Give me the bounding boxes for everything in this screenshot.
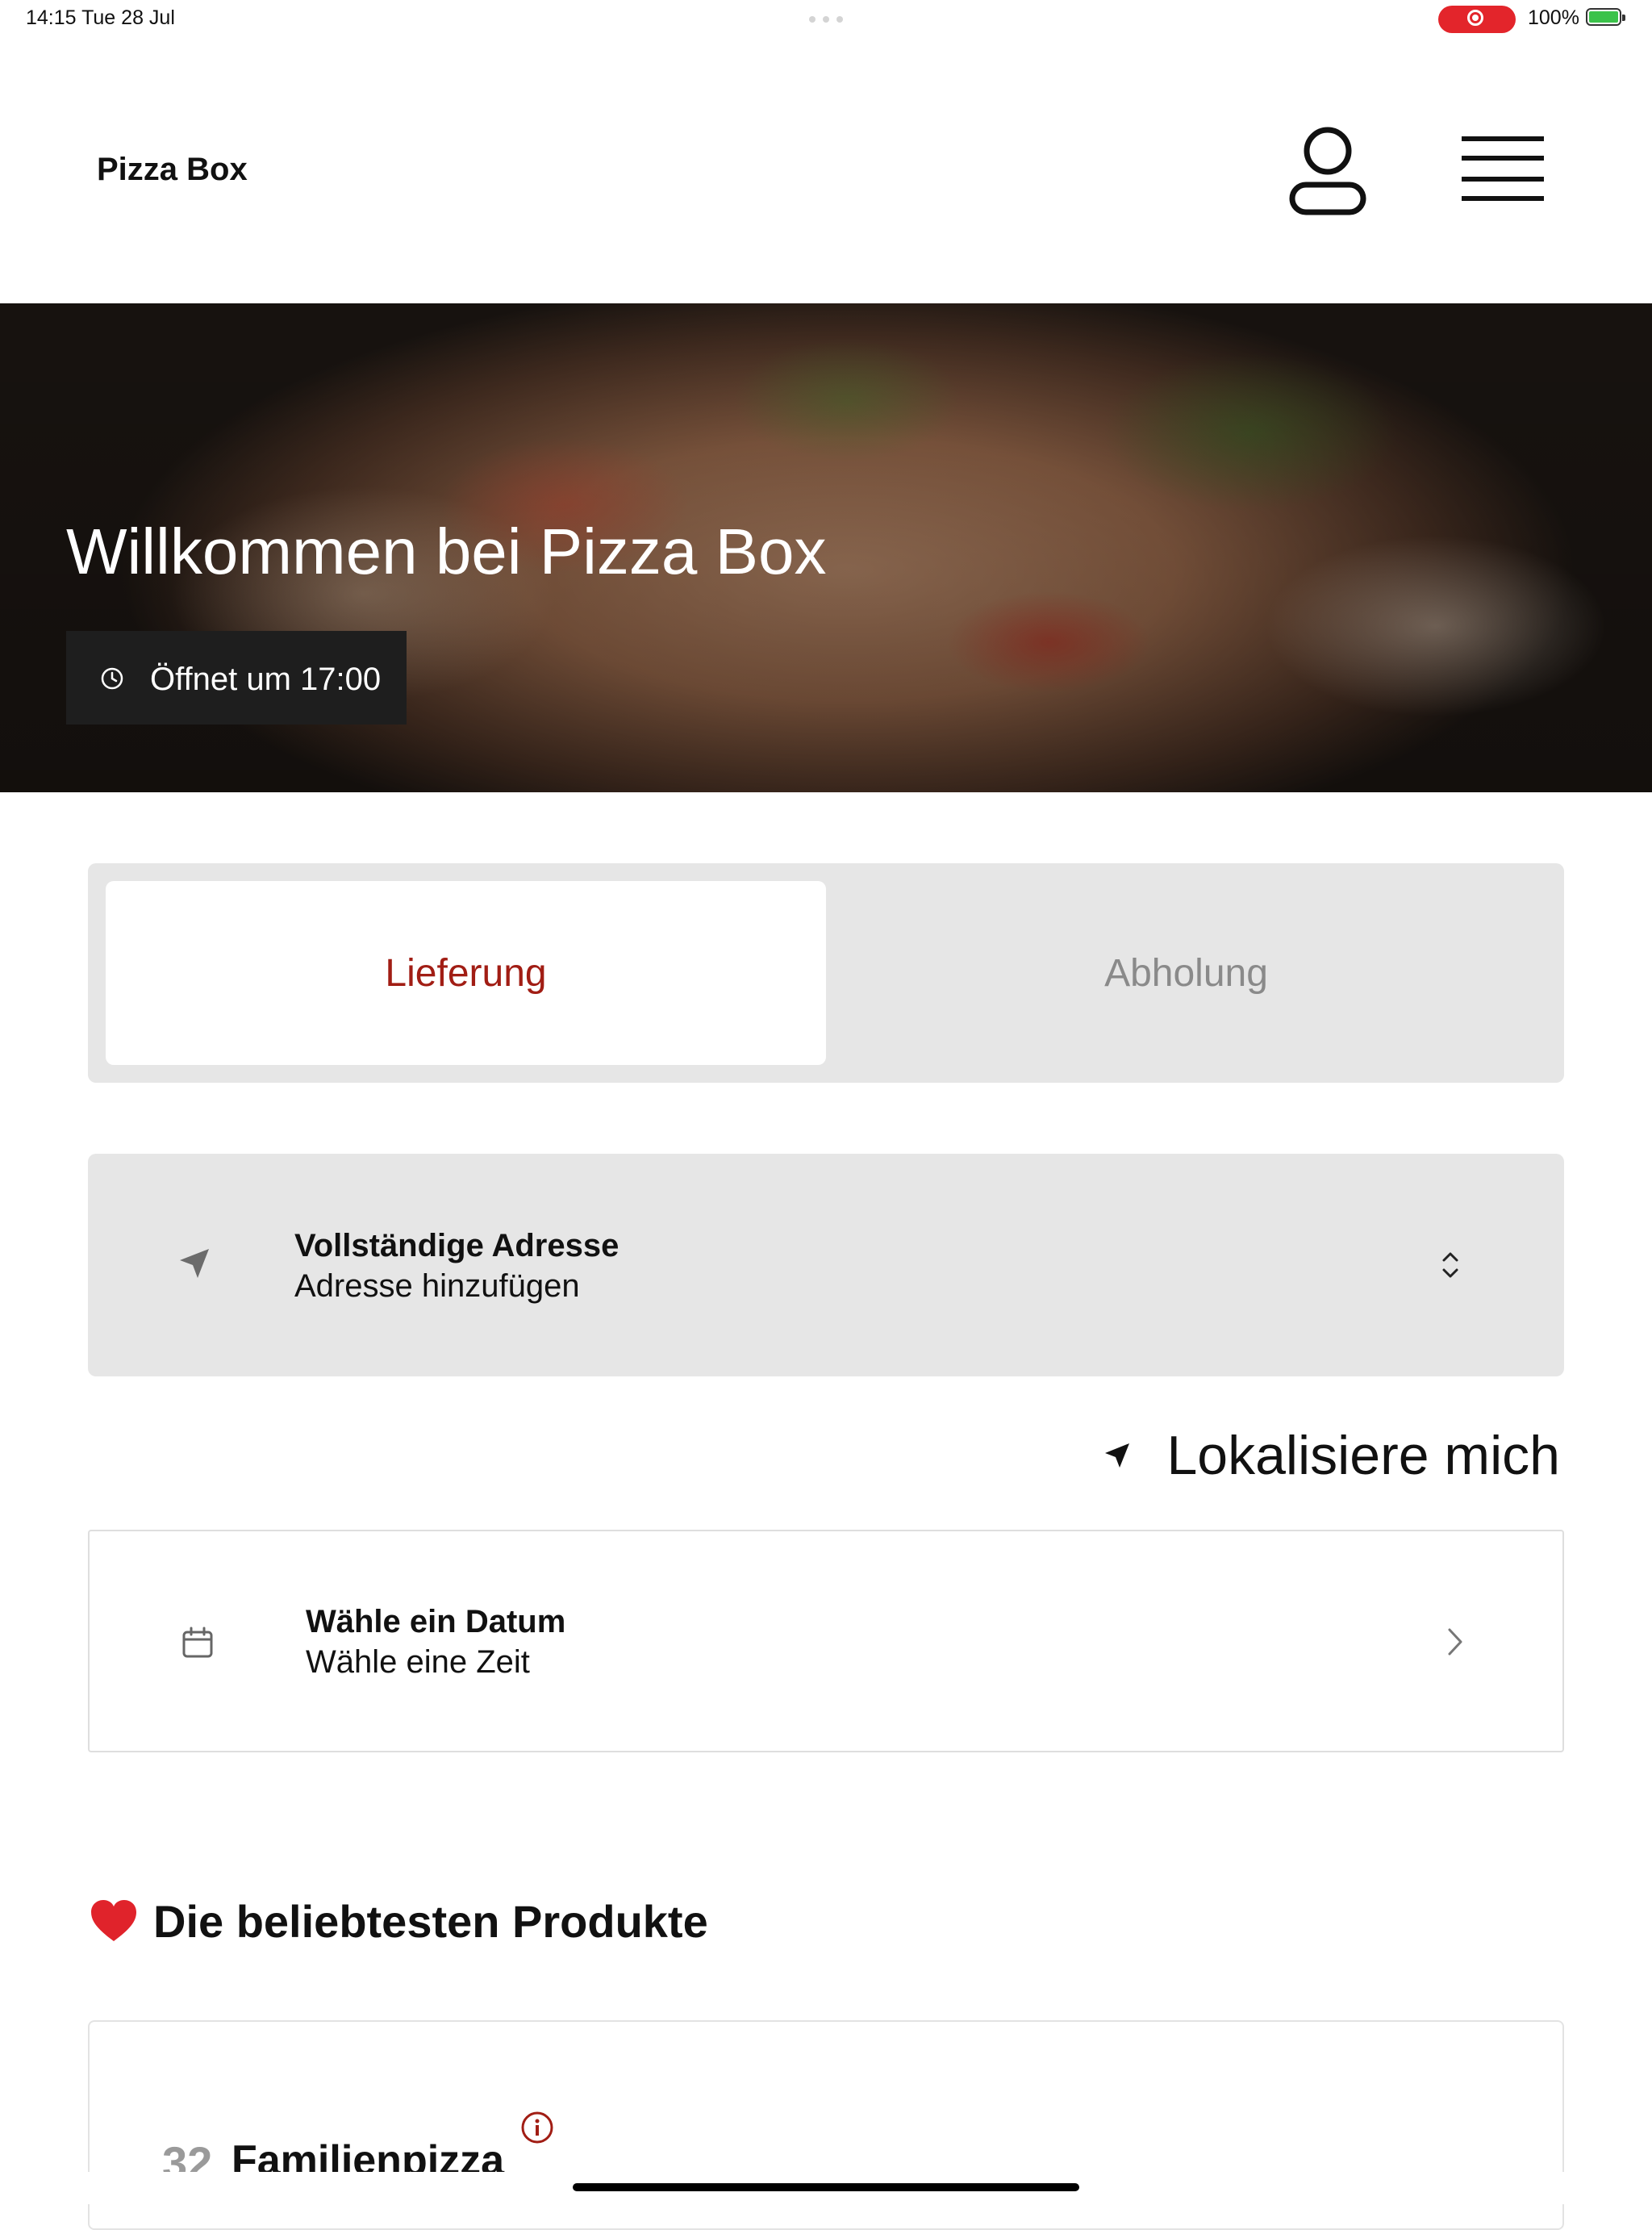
address-selector[interactable]: Vollständige Adresse Adresse hinzufügen xyxy=(88,1154,1564,1376)
brand-name[interactable]: Pizza Box xyxy=(97,152,248,188)
status-bar: 14:15 Tue 28 Jul 100% xyxy=(0,0,1652,40)
chevron-up-down-icon xyxy=(1442,1252,1458,1278)
address-subtitle: Adresse hinzufügen xyxy=(294,1268,580,1304)
clock-icon xyxy=(101,667,123,690)
date-title: Wähle ein Datum xyxy=(306,1604,566,1639)
heart-icon xyxy=(91,1900,136,1941)
locate-me-button[interactable]: Lokalisiere mich xyxy=(1103,1423,1560,1488)
battery-percentage: 100% xyxy=(1528,6,1579,29)
tab-pickup[interactable]: Abholung xyxy=(826,881,1546,1065)
tab-delivery[interactable]: Lieferung xyxy=(106,881,826,1065)
chevron-right-icon xyxy=(1448,1628,1462,1656)
time-subtitle: Wähle eine Zeit xyxy=(306,1644,530,1680)
home-indicator[interactable] xyxy=(573,2183,1079,2191)
popular-products-heading: Die beliebtesten Produkte xyxy=(89,1891,708,1951)
info-icon[interactable] xyxy=(520,2111,554,2144)
person-icon[interactable] xyxy=(1289,125,1366,215)
locate-me-label: Lokalisiere mich xyxy=(1166,1425,1560,1486)
battery-icon xyxy=(1586,8,1625,26)
order-mode-switch: Lieferung Abholung xyxy=(88,863,1564,1083)
status-time-date: 14:15 Tue 28 Jul xyxy=(26,6,175,29)
navigation-arrow-icon xyxy=(180,1249,209,1278)
location-arrow-icon xyxy=(1105,1443,1130,1468)
calendar-icon xyxy=(182,1627,213,1658)
welcome-title: Willkommen bei Pizza Box xyxy=(66,516,827,587)
hero-banner: Willkommen bei Pizza Box Öffnet um 17:00 xyxy=(0,303,1652,792)
date-time-selector[interactable]: Wähle ein Datum Wähle eine Zeit xyxy=(88,1530,1564,1752)
screen-recording-icon[interactable] xyxy=(1438,6,1516,33)
multitasking-dots-icon[interactable] xyxy=(809,16,843,23)
hamburger-menu-icon[interactable] xyxy=(1462,133,1544,206)
opening-hours-text: Öffnet um 17:00 xyxy=(150,662,382,697)
popular-products-title: Die beliebtesten Produkte xyxy=(153,1895,708,1947)
opening-hours-badge: Öffnet um 17:00 xyxy=(66,631,407,725)
address-title: Vollständige Adresse xyxy=(294,1228,620,1263)
